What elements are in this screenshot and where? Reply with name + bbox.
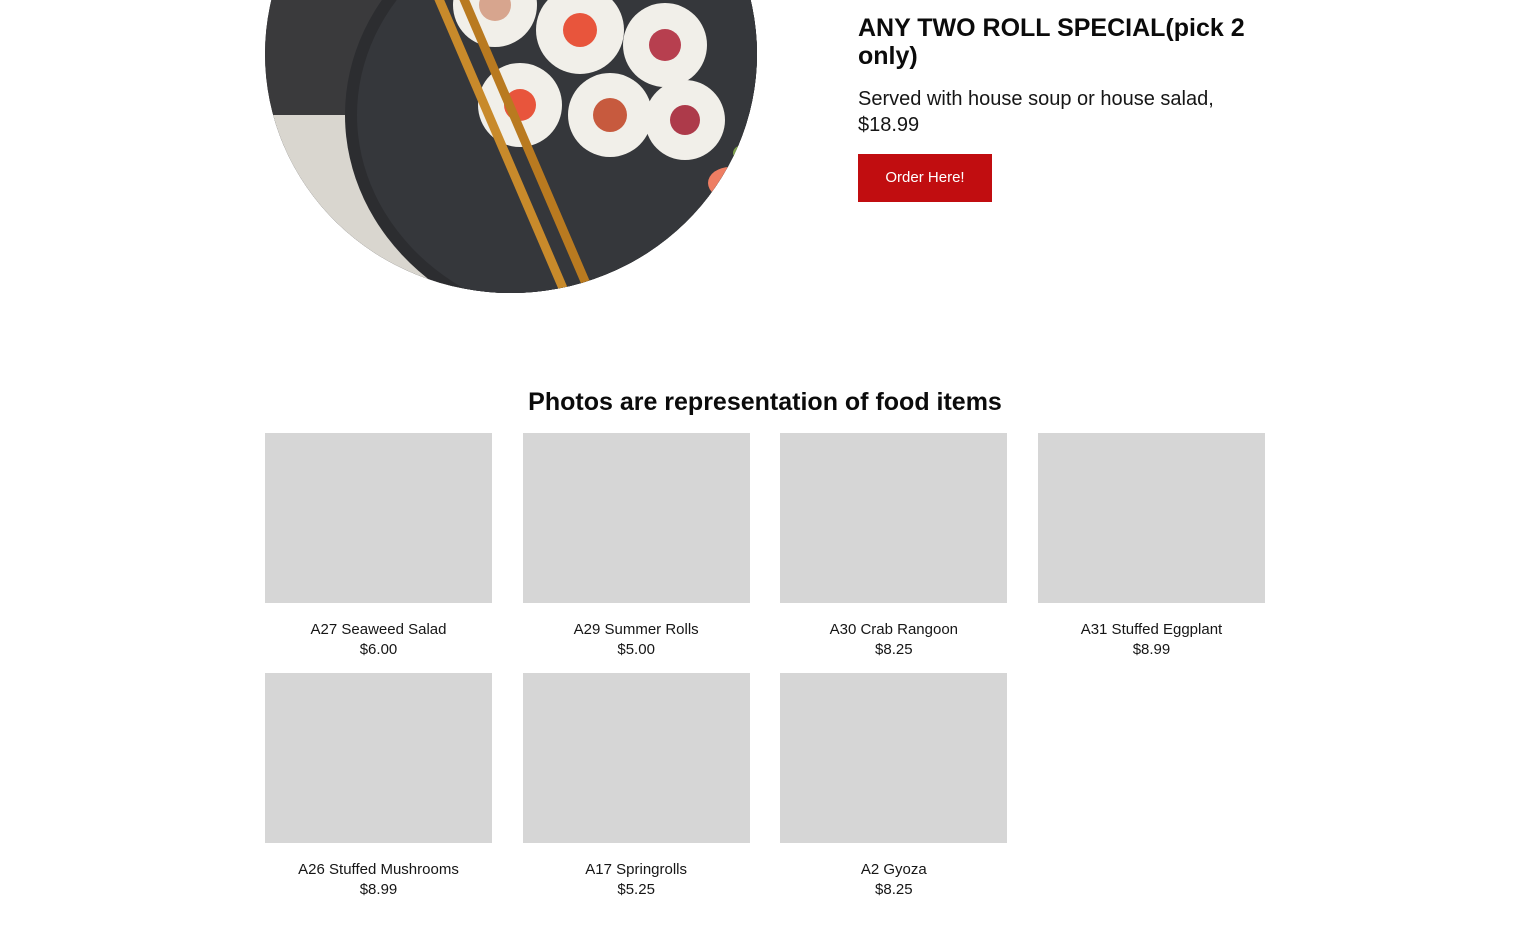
menu-item-name: A17 Springrolls	[585, 861, 688, 878]
menu-item-photo	[780, 673, 1008, 843]
menu-items-grid: A27 Seaweed Salad $6.00 A29 Summer Rolls…	[265, 433, 1265, 901]
menu-item-a17-springrolls[interactable]: A17 Springrolls $5.25	[522, 673, 750, 901]
menu-item-name: A31 Stuffed Eggplant	[1080, 621, 1223, 638]
menu-item-price: $8.99	[359, 881, 398, 898]
menu-item-name: A2 Gyoza	[860, 861, 927, 878]
menu-item-a2-gyoza[interactable]: A2 Gyoza $8.25	[780, 673, 1008, 901]
hero-sushi-photo	[265, 0, 757, 293]
order-here-button[interactable]: Order Here!	[858, 154, 992, 202]
menu-item-photo	[265, 433, 492, 603]
menu-item-photo	[265, 673, 492, 843]
menu-item-a30-crab-rangoon[interactable]: A30 Crab Rangoon $8.25	[780, 433, 1008, 661]
page: ANY TWO ROLL SPECIAL(pick 2 only) Served…	[0, 0, 1530, 941]
special-description: Served with house soup or house salad, $…	[858, 88, 1214, 136]
menu-item-photo	[522, 433, 750, 603]
menu-item-price: $5.25	[617, 881, 655, 898]
menu-item-price: $6.00	[359, 641, 398, 658]
menu-item-photo	[1037, 433, 1265, 603]
menu-item-price: $8.99	[1132, 641, 1171, 658]
menu-item-a29-summer-rolls[interactable]: A29 Summer Rolls $5.00	[522, 433, 750, 661]
menu-item-a27-seaweed-salad[interactable]: A27 Seaweed Salad $6.00	[265, 433, 492, 661]
menu-item-name: A29 Summer Rolls	[573, 621, 699, 638]
menu-item-photo	[780, 433, 1008, 603]
menu-item-price: $8.25	[875, 881, 913, 898]
menu-item-name: A27 Seaweed Salad	[310, 621, 447, 638]
menu-item-name: A30 Crab Rangoon	[829, 621, 959, 638]
special-title: ANY TWO ROLL SPECIAL(pick 2 only)	[858, 14, 1245, 70]
gallery-heading: Photos are representation of food items	[528, 388, 1002, 416]
menu-item-price: $5.00	[617, 641, 655, 658]
special-offer: ANY TWO ROLL SPECIAL(pick 2 only) Served…	[858, 14, 1258, 202]
menu-item-a31-stuffed-eggplant[interactable]: A31 Stuffed Eggplant $8.99	[1037, 433, 1265, 661]
menu-item-price: $8.25	[875, 641, 913, 658]
menu-item-photo	[522, 673, 750, 843]
menu-item-a26-stuffed-mushrooms[interactable]: A26 Stuffed Mushrooms $8.99	[265, 673, 492, 901]
menu-item-name: A26 Stuffed Mushrooms	[298, 861, 459, 878]
